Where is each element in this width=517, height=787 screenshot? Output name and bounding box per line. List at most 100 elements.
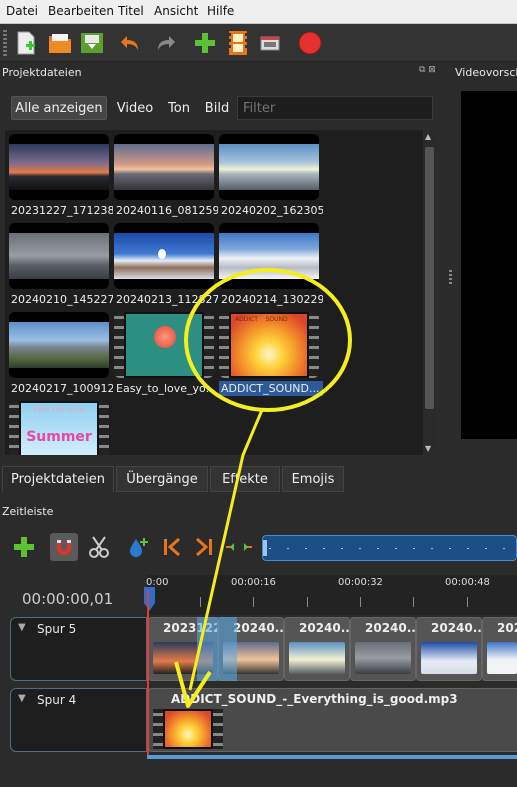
files-panel-title: Projektdateien (2, 66, 82, 79)
track-body-spur5: 2023122 20240... 20240... 20240... 20240… (147, 617, 517, 681)
file-item[interactable]: 20240202_162305... (219, 134, 323, 218)
tab-emojis[interactable]: Emojis (282, 466, 344, 492)
jump-start-icon (164, 537, 180, 557)
playhead-line (147, 590, 149, 755)
save-project-button[interactable] (78, 29, 106, 57)
open-project-button[interactable] (46, 29, 74, 57)
timeline-clip-audio[interactable]: ADDICT_SOUND_-_Everything_is_good.mp3 (148, 688, 517, 752)
film-icon (229, 31, 247, 55)
splitter-handle[interactable] (449, 270, 452, 286)
zoom-handle-left[interactable] (263, 540, 267, 556)
previous-marker-button[interactable] (158, 533, 186, 561)
filter-all-button[interactable]: Alle anzeigen (11, 96, 107, 120)
new-project-button[interactable] (12, 29, 40, 57)
menu-datei[interactable]: Datei (6, 4, 38, 18)
filter-image-button[interactable]: Bild (201, 96, 233, 120)
file-thumbnail (219, 223, 319, 289)
timeline-zoom-slider[interactable] (262, 535, 517, 561)
panel-float-icon[interactable]: ⧉ ⊠ (419, 65, 443, 77)
file-name: ADDICT_SOUND... (219, 381, 323, 396)
thumb-addict-text: ADDICT (235, 316, 258, 323)
filter-input[interactable] (237, 96, 433, 120)
playhead-handle[interactable] (143, 586, 157, 614)
plus-icon (14, 537, 34, 557)
clip-label: 20240... (431, 621, 482, 635)
menu-titel[interactable]: Titel (118, 4, 144, 18)
ruler-label: 00:00:48 (445, 577, 490, 588)
fullscreen-button[interactable] (256, 29, 284, 57)
file-item[interactable]: 20240213_112827... (114, 223, 218, 307)
scroll-down-icon[interactable]: ▼ (425, 444, 431, 453)
jump-end-icon (196, 537, 212, 557)
track-name: Spur 4 (37, 693, 77, 707)
menu-ansicht[interactable]: Ansicht (154, 4, 198, 18)
file-item[interactable]: 20231227_171238... (9, 134, 113, 218)
scissors-icon (89, 536, 109, 558)
file-name: 20240210_145227... (11, 293, 113, 306)
timeline-clip[interactable]: 20240... (284, 617, 350, 681)
window-icon (260, 36, 280, 51)
timeline-clip[interactable]: 20240... (350, 617, 416, 681)
timecode-display: 00:00:00,01 (22, 590, 114, 608)
tab-transitions[interactable]: Übergänge (116, 466, 208, 492)
file-thumbnail (114, 312, 214, 378)
timeline-ruler[interactable]: 0:00 00:00:16 00:00:32 00:00:48 (146, 575, 517, 615)
tab-project-files[interactable]: Projektdateien (2, 466, 114, 492)
add-files-button[interactable] (191, 29, 219, 57)
file-item-selected[interactable]: ADDICT SOUND ADDICT_SOUND... (219, 312, 323, 396)
file-thumbnail (9, 312, 109, 378)
center-timeline-button[interactable] (224, 533, 252, 561)
filter-audio-button[interactable]: Ton (161, 96, 197, 120)
record-icon (298, 31, 322, 55)
redo-button[interactable] (152, 29, 180, 57)
file-item[interactable]: Easy_to_love_yo... (114, 312, 216, 396)
export-video-button[interactable] (224, 29, 252, 57)
timeline-hscroll[interactable] (147, 755, 517, 759)
file-item[interactable]: 20240116_081259... (114, 134, 218, 218)
transition-overlay[interactable] (197, 617, 237, 681)
file-item[interactable]: 20240214_130229... (219, 223, 323, 307)
chevron-down-icon[interactable]: ▼ (18, 693, 26, 704)
track-header-spur5[interactable]: ▼ Spur 5 (10, 617, 147, 681)
video-preview (461, 91, 517, 439)
file-item[interactable]: 20240210_145227... (9, 223, 113, 307)
center-arrows-icon (226, 543, 252, 551)
add-marker-button[interactable] (124, 533, 152, 561)
file-item[interactable]: 20240217_100912... (9, 312, 113, 396)
undo-icon (121, 36, 138, 50)
scroll-up-icon[interactable]: ▲ (425, 132, 431, 141)
clip-label: 20240... (299, 621, 350, 635)
undo-button[interactable] (116, 29, 144, 57)
file-name: 20231227_171238... (11, 204, 113, 217)
razor-button[interactable] (85, 533, 113, 561)
file-thumbnail (9, 134, 109, 200)
menu-bearbeiten[interactable]: Bearbeiten (48, 4, 114, 18)
ruler-label: 00:00:32 (338, 577, 383, 588)
record-button[interactable] (296, 29, 324, 57)
track-name: Spur 5 (37, 622, 77, 636)
file-item[interactable]: Feel the love Summer (9, 401, 109, 455)
add-track-button[interactable] (10, 533, 38, 561)
clip-label: ADDICT_SOUND_-_Everything_is_good.mp3 (171, 692, 458, 706)
timeline-clip[interactable]: 20240... (416, 617, 482, 681)
clip-label: 202 (497, 621, 517, 635)
marker-icon (130, 538, 148, 557)
new-file-icon (17, 31, 35, 55)
file-name: 20240214_130229... (221, 293, 323, 306)
file-thumbnail: ADDICT SOUND (219, 312, 319, 378)
clip-label: 20240... (233, 621, 284, 635)
track-header-spur4[interactable]: ▼ Spur 4 (10, 688, 147, 752)
file-name: 20240202_162305... (221, 204, 323, 217)
next-marker-button[interactable] (190, 533, 218, 561)
tab-effects[interactable]: Effekte (210, 466, 280, 492)
toolbar-grip (3, 30, 7, 56)
file-thumbnail (9, 223, 109, 289)
menu-hilfe[interactable]: Hilfe (207, 4, 234, 18)
filter-video-button[interactable]: Video (113, 96, 157, 120)
timeline-clip[interactable]: 202 (482, 617, 517, 681)
chevron-down-icon[interactable]: ▼ (18, 622, 26, 633)
file-name: 20240213_112827... (116, 293, 218, 306)
file-thumbnail (219, 134, 319, 200)
snap-toggle-button[interactable] (50, 533, 78, 561)
scrollbar-thumb[interactable] (425, 147, 434, 409)
